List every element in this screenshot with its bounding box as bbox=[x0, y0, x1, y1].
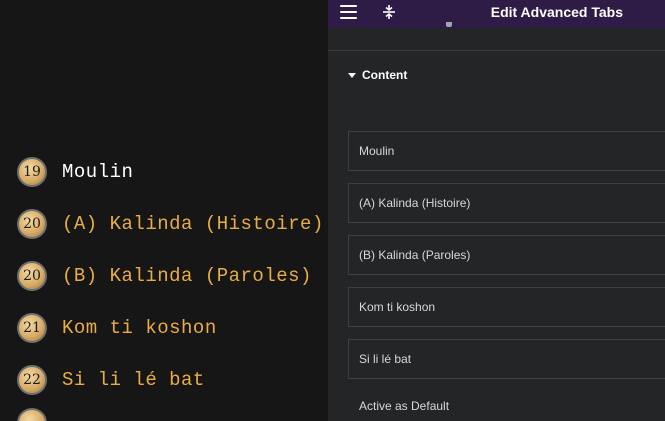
active-as-default-label: Active as Default bbox=[359, 399, 450, 413]
repeater-item-label: Kom ti koshon bbox=[359, 300, 436, 314]
tabs-preview: 19 Moulin 20 (A) Kalinda (Histoire) 20 (… bbox=[0, 0, 328, 421]
hamburger-icon[interactable] bbox=[340, 5, 357, 20]
tab-label: Moulin bbox=[62, 161, 134, 183]
divider bbox=[328, 50, 665, 51]
tab-label: Kom ti koshon bbox=[62, 317, 217, 339]
tab-item-kalinda-paroles[interactable]: 20 (B) Kalinda (Paroles) bbox=[17, 259, 312, 293]
repeater-item-kalinda-histoire[interactable]: (A) Kalinda (Histoire) bbox=[348, 183, 665, 223]
tab-number-badge: 20 bbox=[17, 209, 47, 239]
panel-title: Edit Advanced Tabs bbox=[490, 4, 623, 20]
repeater-item-label: Moulin bbox=[359, 144, 395, 158]
tab-item-kom-ti-koshon[interactable]: 21 Kom ti koshon bbox=[17, 311, 217, 345]
tab-number-badge: 22 bbox=[17, 365, 47, 395]
repeater-item-kom-ti-koshon[interactable]: Kom ti koshon bbox=[348, 287, 665, 327]
tab-number-badge: 21 bbox=[17, 313, 47, 343]
tab-item-si-li-le-bat[interactable]: 22 Si li lé bat bbox=[17, 363, 205, 397]
repeater-item-label: Si li lé bat bbox=[359, 352, 412, 366]
tab-label: (B) Kalinda (Paroles) bbox=[62, 265, 312, 287]
tab-label: Si li lé bat bbox=[62, 369, 205, 391]
section-title: Content bbox=[362, 68, 408, 82]
tab-item-partial[interactable] bbox=[17, 406, 62, 421]
repeater-item-kalinda-paroles[interactable]: (B) Kalinda (Paroles) bbox=[348, 235, 665, 275]
tab-number-badge: 20 bbox=[17, 261, 47, 291]
repeater-item-moulin[interactable]: Moulin bbox=[348, 131, 665, 171]
tab-number-badge: 19 bbox=[17, 157, 47, 187]
editor-panel: Edit Advanced Tabs Content Moulin (A) Ka… bbox=[328, 0, 665, 421]
repeater-item-si-li-le-bat[interactable]: Si li lé bat bbox=[348, 339, 665, 379]
tab-number-badge bbox=[17, 408, 47, 421]
caret-down-icon bbox=[348, 72, 356, 78]
repeater-item-label: (A) Kalinda (Histoire) bbox=[359, 196, 471, 210]
drag-handle-icon[interactable] bbox=[382, 4, 396, 20]
tab-label: (A) Kalinda (Histoire) bbox=[62, 213, 324, 235]
content-section-toggle[interactable]: Content bbox=[348, 68, 407, 82]
repeater-item-label: (B) Kalinda (Paroles) bbox=[359, 248, 471, 262]
tab-strip-partial bbox=[408, 22, 468, 32]
panel-header: Edit Advanced Tabs bbox=[328, 0, 665, 28]
tab-item-moulin[interactable]: 19 Moulin bbox=[17, 155, 133, 189]
tab-item-kalinda-histoire[interactable]: 20 (A) Kalinda (Histoire) bbox=[17, 207, 324, 241]
